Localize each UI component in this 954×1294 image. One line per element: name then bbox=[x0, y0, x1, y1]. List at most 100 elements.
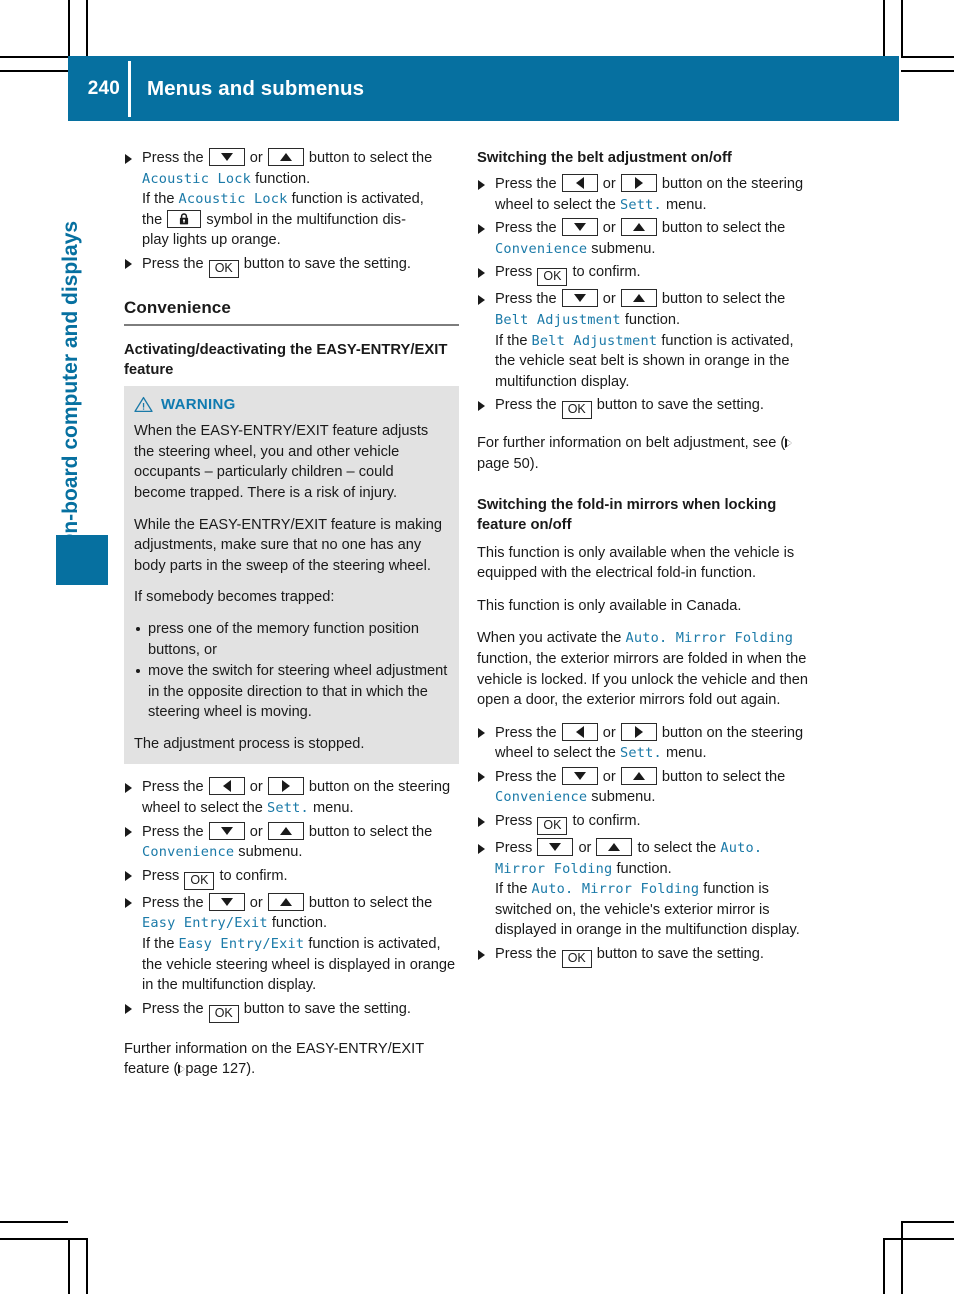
down-arrow-key-icon[interactable] bbox=[561, 289, 598, 308]
bullet-dot-icon bbox=[136, 626, 140, 631]
step-confirm: Press OK to confirm. bbox=[477, 262, 812, 287]
ok-key-icon[interactable]: OK bbox=[184, 871, 215, 890]
chapter-tab-label: On-board computer and displays bbox=[59, 220, 82, 550]
step-text: Press the bbox=[142, 779, 204, 796]
step-save-acoustic-lock: Press the OK button to save the setting. bbox=[124, 254, 459, 278]
cross-reference-arrow-icon bbox=[785, 438, 793, 449]
step-save-easy-entry-exit: Press the OK button to save the setting. bbox=[124, 999, 459, 1023]
step-bullet-triangle-icon bbox=[125, 871, 132, 882]
right-arrow-key-icon[interactable] bbox=[620, 722, 657, 741]
up-arrow-key-icon[interactable] bbox=[620, 766, 657, 785]
heading-belt-adjustment: Switching the belt adjustment on/off bbox=[477, 150, 732, 166]
crop-mark-bottom-left-horizontal-inner bbox=[0, 1238, 88, 1240]
crop-mark-top-left-vertical-inner bbox=[86, 0, 88, 56]
step-text: to select the bbox=[637, 840, 717, 857]
crop-mark-top-left-horizontal-outer bbox=[0, 56, 68, 58]
step-select-sett-menu: Press the or button on the steering whee… bbox=[477, 722, 812, 764]
step-text: If the bbox=[495, 881, 528, 898]
crop-mark-bottom-right-vertical-inner bbox=[901, 1221, 903, 1294]
step-text: or bbox=[249, 150, 263, 166]
header-divider bbox=[128, 61, 131, 117]
step-text: or bbox=[249, 823, 263, 840]
down-arrow-key-icon[interactable] bbox=[208, 148, 245, 166]
left-arrow-key-icon[interactable] bbox=[561, 174, 598, 192]
crop-mark-bottom-left-vertical-inner bbox=[86, 1238, 88, 1294]
step-text: Press the bbox=[495, 724, 557, 741]
warning-paragraph: The adjustment process is stopped. bbox=[134, 735, 365, 752]
step-bullet-triangle-icon bbox=[478, 179, 485, 190]
step-text: button to select the bbox=[661, 291, 786, 308]
crop-mark-top-right-horizontal-inner bbox=[901, 70, 954, 72]
display-string-convenience: Convenience bbox=[495, 789, 588, 806]
display-string-auto-mirror-folding: Auto. Mirror Folding bbox=[531, 881, 700, 898]
step-bullet-triangle-icon bbox=[478, 772, 485, 783]
step-text: Press the bbox=[495, 176, 557, 192]
list-item-text: move the switch for steering wheel adjus… bbox=[148, 663, 448, 721]
crop-mark-bottom-right-horizontal-outer bbox=[901, 1221, 954, 1223]
display-string-easy-entry-exit: Easy Entry/Exit bbox=[142, 915, 268, 932]
crop-mark-top-right-vertical-outer bbox=[883, 0, 885, 56]
step-text: If the bbox=[495, 332, 528, 349]
down-arrow-key-icon[interactable] bbox=[561, 766, 598, 785]
display-string-acoustic-lock: Acoustic Lock bbox=[178, 191, 288, 208]
step-text: Press the bbox=[142, 1000, 204, 1017]
step-text: to confirm. bbox=[572, 264, 641, 281]
page-title: Menus and submenus bbox=[147, 76, 365, 100]
padlock-icon bbox=[180, 213, 189, 225]
right-arrow-key-icon[interactable] bbox=[267, 777, 304, 796]
note-page-number: 127 bbox=[221, 1061, 247, 1078]
step-text: function is activated, bbox=[291, 191, 424, 208]
step-text: button to select the bbox=[308, 823, 433, 840]
note-page-number: 50 bbox=[513, 455, 530, 472]
crop-mark-bottom-right-horizontal-inner bbox=[883, 1238, 954, 1240]
up-arrow-key-icon[interactable] bbox=[267, 821, 304, 840]
step-text: button to select the bbox=[308, 150, 433, 166]
step-bullet-triangle-icon bbox=[478, 294, 485, 305]
up-arrow-key-icon[interactable] bbox=[620, 218, 657, 237]
paragraph-text: function, the exterior mirrors are folde… bbox=[477, 650, 808, 709]
ok-key-icon[interactable]: OK bbox=[561, 401, 592, 420]
step-text: play lights up orange. bbox=[142, 232, 281, 249]
step-text: Press the bbox=[495, 768, 557, 785]
step-text: Press bbox=[495, 840, 533, 857]
step-bullet-triangle-icon bbox=[478, 223, 485, 234]
heading-fold-in-mirrors: Switching the fold-in mirrors when locki… bbox=[477, 496, 777, 533]
up-arrow-key-icon[interactable] bbox=[596, 838, 633, 857]
ok-key-icon[interactable]: OK bbox=[208, 259, 239, 278]
down-arrow-key-icon[interactable] bbox=[537, 838, 574, 857]
step-select-sett-menu: Press the or button on the steering whee… bbox=[124, 777, 459, 818]
left-arrow-key-icon[interactable] bbox=[561, 722, 598, 741]
step-text: function. bbox=[616, 860, 672, 877]
ok-key-icon[interactable]: OK bbox=[537, 268, 568, 287]
step-text: to confirm. bbox=[219, 867, 288, 884]
ok-key-icon[interactable]: OK bbox=[537, 817, 568, 836]
step-text: symbol in the multifunction dis- bbox=[206, 211, 406, 228]
up-arrow-key-icon[interactable] bbox=[620, 289, 657, 308]
step-text: or bbox=[249, 894, 263, 911]
up-arrow-key-icon[interactable] bbox=[267, 148, 304, 166]
display-string-belt-adjustment: Belt Adjustment bbox=[495, 311, 621, 328]
step-text: Press bbox=[495, 264, 533, 281]
down-arrow-key-icon[interactable] bbox=[561, 218, 598, 237]
list-item: move the switch for steering wheel adjus… bbox=[134, 661, 449, 723]
step-text: Press the bbox=[142, 150, 204, 166]
down-arrow-key-icon[interactable] bbox=[208, 892, 245, 911]
display-string-acoustic-lock: Acoustic Lock bbox=[142, 170, 251, 187]
step-bullet-triangle-icon bbox=[478, 816, 485, 827]
step-save-auto-mirror-folding: Press the OK button to save the setting. bbox=[477, 944, 812, 969]
step-bullet-triangle-icon bbox=[125, 1004, 132, 1015]
left-arrow-key-icon[interactable] bbox=[208, 777, 245, 796]
down-arrow-key-icon[interactable] bbox=[208, 821, 245, 840]
ok-key-icon[interactable]: OK bbox=[208, 1004, 239, 1023]
display-string-sett: Sett. bbox=[619, 196, 662, 213]
right-arrow-key-icon[interactable] bbox=[620, 174, 657, 192]
step-text: submenu. bbox=[238, 844, 303, 861]
step-bullet-triangle-icon bbox=[125, 782, 132, 793]
step-text: Press bbox=[495, 813, 533, 830]
step-confirm: Press OK to confirm. bbox=[477, 811, 812, 836]
ok-key-icon[interactable]: OK bbox=[561, 950, 592, 969]
step-confirm: Press OK to confirm. bbox=[124, 866, 459, 890]
up-arrow-key-icon[interactable] bbox=[267, 892, 304, 911]
warning-paragraph: When the EASY-ENTRY/EXIT feature adjusts… bbox=[134, 423, 429, 501]
step-text: or bbox=[602, 176, 616, 192]
